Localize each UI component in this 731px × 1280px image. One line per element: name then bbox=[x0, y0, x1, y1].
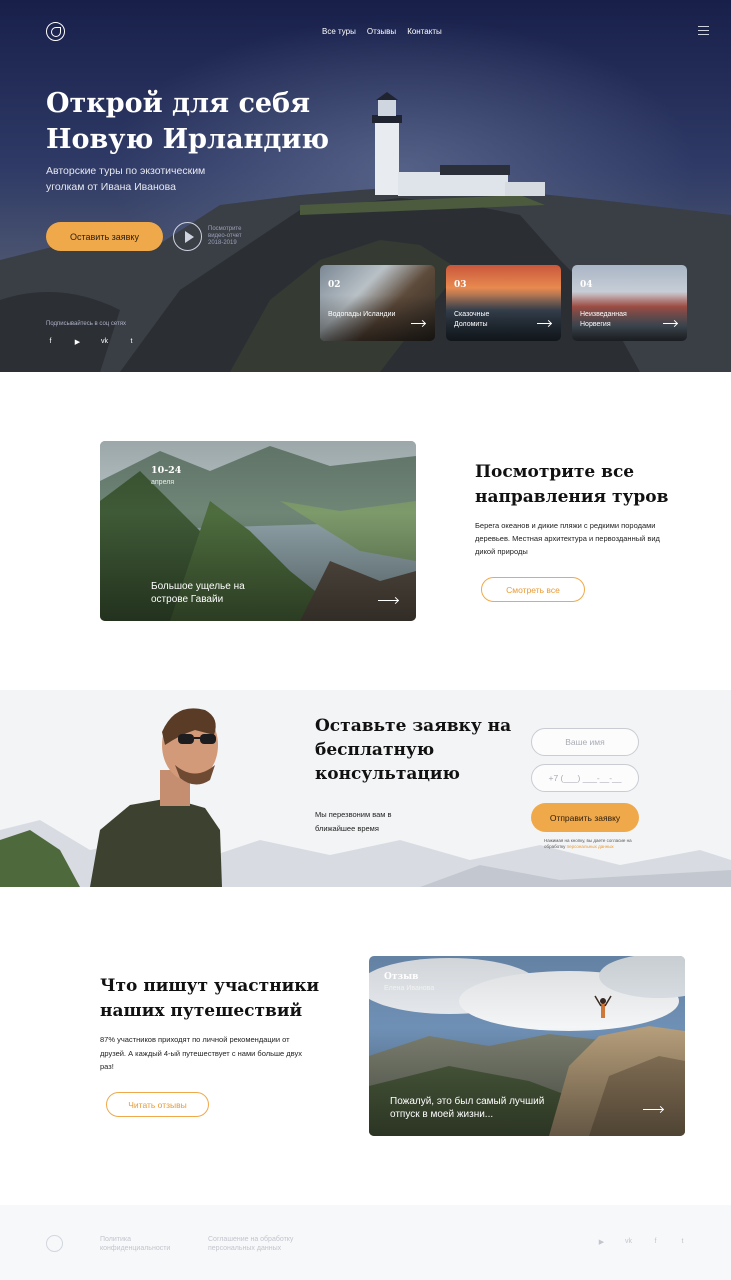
social-label: Подписывайтесь в соц сетях bbox=[46, 321, 127, 327]
review-card[interactable]: Отзыв Елена Иванова Пожалуй, это был сам… bbox=[369, 956, 685, 1136]
reviews-text: 87% участников приходят по личной рекоме… bbox=[100, 1035, 302, 1071]
twitter-icon[interactable]: t bbox=[678, 1238, 687, 1246]
facebook-icon[interactable]: f bbox=[651, 1238, 660, 1246]
review-label: Отзыв bbox=[384, 972, 419, 982]
directions-text: Берега океанов и дикие пляжи с редкими п… bbox=[475, 521, 660, 556]
main-nav: Все туры Отзывы Контакты bbox=[322, 27, 442, 36]
consultation-text: Мы перезвоним вам в ближайшее время bbox=[315, 810, 392, 833]
consultation-title: Оставьте заявку на бесплатную консультац… bbox=[315, 716, 512, 784]
arrow-right-icon bbox=[378, 600, 398, 601]
card-number: 03 bbox=[454, 280, 467, 290]
privacy-policy-link[interactable]: Политика конфиденциальности bbox=[100, 1235, 185, 1253]
phone-input[interactable]: +7 (___) ___-__-__ bbox=[531, 764, 639, 792]
arrow-right-icon bbox=[643, 1109, 663, 1110]
nav-reviews[interactable]: Отзывы bbox=[367, 27, 396, 36]
consent-note: Нажимая на кнопку, вы даете согласие на … bbox=[544, 838, 639, 849]
footer-social-links: ▶ vk f t bbox=[597, 1238, 687, 1246]
tour-month: апреля bbox=[151, 479, 175, 486]
youtube-icon[interactable]: ▶ bbox=[73, 338, 82, 346]
reviewer-name: Елена Иванова bbox=[384, 985, 435, 992]
tour-caption: Большое ущелье на острове Гавайи bbox=[151, 581, 245, 605]
nav-contacts[interactable]: Контакты bbox=[407, 27, 442, 36]
tour-card-iceland[interactable]: 02 Водопады Исландии bbox=[320, 265, 435, 341]
directions-title: Посмотрите все направления туров bbox=[475, 462, 669, 507]
card-caption: Водопады Исландии bbox=[328, 311, 396, 318]
hero-title: Открой для себя Новую Ирландию bbox=[46, 86, 346, 158]
hero-title-line1: Открой для себя bbox=[46, 88, 311, 119]
view-all-button[interactable]: Смотреть все bbox=[481, 577, 585, 602]
featured-tour-card[interactable]: 10-24 апреля Большое ущелье на острове Г… bbox=[100, 441, 416, 621]
footer-logo-icon[interactable] bbox=[46, 1235, 63, 1252]
tour-card-dolomites[interactable]: 03 Сказочные Доломиты bbox=[446, 265, 561, 341]
card-caption: Неизведанная Норвегия bbox=[580, 311, 627, 328]
send-request-button[interactable]: Отправить заявку bbox=[531, 803, 639, 832]
video-report-label: Посмотрите видео-отчет 2018-2019 bbox=[208, 226, 242, 246]
footer: Политика конфиденциальности Соглашение н… bbox=[0, 1205, 731, 1280]
data-agreement-link[interactable]: Соглашение на обработку персональных дан… bbox=[208, 1235, 313, 1253]
play-video-icon[interactable] bbox=[173, 222, 202, 251]
review-quote: Пожалуй, это был самый лучший отпуск в м… bbox=[390, 1096, 545, 1120]
tour-dates: 10-24 bbox=[151, 465, 182, 476]
facebook-icon[interactable]: f bbox=[46, 338, 55, 346]
consent-link[interactable]: персональных данных bbox=[567, 844, 614, 849]
hamburger-icon[interactable] bbox=[698, 26, 709, 36]
consultation-section: Оставьте заявку на бесплатную консультац… bbox=[0, 690, 731, 887]
hero-title-line2: Новую Ирландию bbox=[46, 124, 330, 155]
tour-cards: 02 Водопады Исландии 03 Сказочные Доломи… bbox=[320, 265, 687, 341]
hero-social-links: f ▶ vk t bbox=[46, 338, 136, 346]
tour-card-norway[interactable]: 04 Неизведанная Норвегия bbox=[572, 265, 687, 341]
vk-icon[interactable]: vk bbox=[100, 338, 109, 346]
hero-subtitle: Авторские туры по экзотическим уголкам о… bbox=[46, 165, 206, 193]
card-overlay bbox=[320, 265, 435, 341]
vk-icon[interactable]: vk bbox=[624, 1238, 633, 1246]
name-input[interactable]: Ваше имя bbox=[531, 728, 639, 756]
arrow-right-icon bbox=[411, 323, 425, 324]
reviews-title: Что пишут участники наших путешествий bbox=[100, 976, 320, 1021]
arrow-right-icon bbox=[537, 323, 551, 324]
card-caption: Сказочные Доломиты bbox=[454, 311, 490, 328]
youtube-icon[interactable]: ▶ bbox=[597, 1238, 606, 1246]
logo-emblem-icon[interactable] bbox=[46, 22, 65, 41]
twitter-icon[interactable]: t bbox=[127, 338, 136, 346]
hero-section: Все туры Отзывы Контакты Открой для себя… bbox=[0, 0, 731, 372]
arrow-right-icon bbox=[663, 323, 677, 324]
leave-request-button[interactable]: Оставить заявку bbox=[46, 222, 163, 251]
read-reviews-button[interactable]: Читать отзывы bbox=[106, 1092, 209, 1117]
card-number: 04 bbox=[580, 280, 593, 290]
card-number: 02 bbox=[328, 280, 341, 290]
nav-all-tours[interactable]: Все туры bbox=[322, 27, 356, 36]
